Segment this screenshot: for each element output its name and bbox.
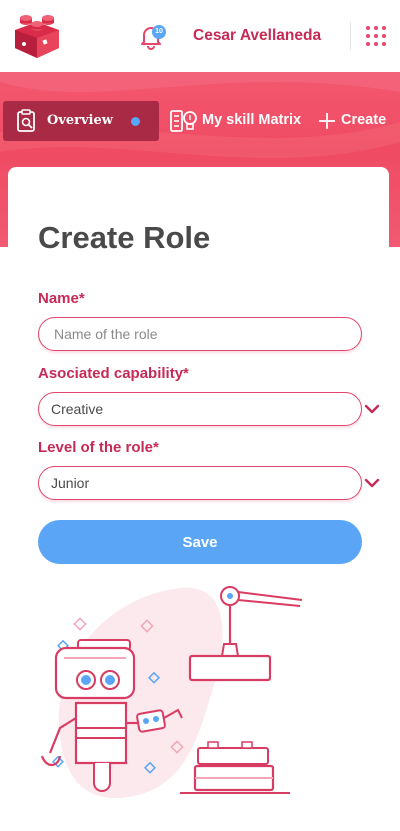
clipboard-search-icon xyxy=(17,109,35,132)
tab-overview-label: Overview xyxy=(47,113,113,128)
tab-overview[interactable]: Overview xyxy=(3,101,159,141)
save-button[interactable]: Save xyxy=(38,520,362,564)
tab-skill-matrix-label: My skill Matrix xyxy=(202,112,302,128)
notification-count-badge: 10 xyxy=(152,25,166,39)
header-divider xyxy=(350,22,351,50)
level-select[interactable]: Junior xyxy=(38,466,362,500)
user-name[interactable]: Cesar Avellaneda xyxy=(193,27,321,45)
active-indicator-dot xyxy=(131,117,140,126)
chevron-down-icon[interactable] xyxy=(364,477,380,489)
chevron-down-icon[interactable] xyxy=(364,403,380,415)
name-label: Name* xyxy=(38,290,85,307)
tab-create-label: Create xyxy=(341,112,387,128)
page-title: Create Role xyxy=(38,220,211,255)
plus-icon xyxy=(319,113,335,129)
role-name-input[interactable] xyxy=(38,317,362,351)
robot-illustration xyxy=(40,586,303,799)
apps-grid-icon[interactable] xyxy=(366,26,386,46)
capability-label: Asociated capability* xyxy=(38,365,189,382)
level-selected-value: Junior xyxy=(51,475,90,491)
main-tabs: Overview My skill Matrix Create xyxy=(0,101,400,141)
lightbulb-matrix-icon xyxy=(170,110,197,132)
top-header: 10 Cesar Avellaneda xyxy=(0,0,400,72)
lego-brick-logo[interactable] xyxy=(12,10,62,60)
level-label: Level of the role* xyxy=(38,439,159,456)
capability-selected-value: Creative xyxy=(51,401,104,417)
capability-select[interactable]: Creative xyxy=(38,392,362,426)
